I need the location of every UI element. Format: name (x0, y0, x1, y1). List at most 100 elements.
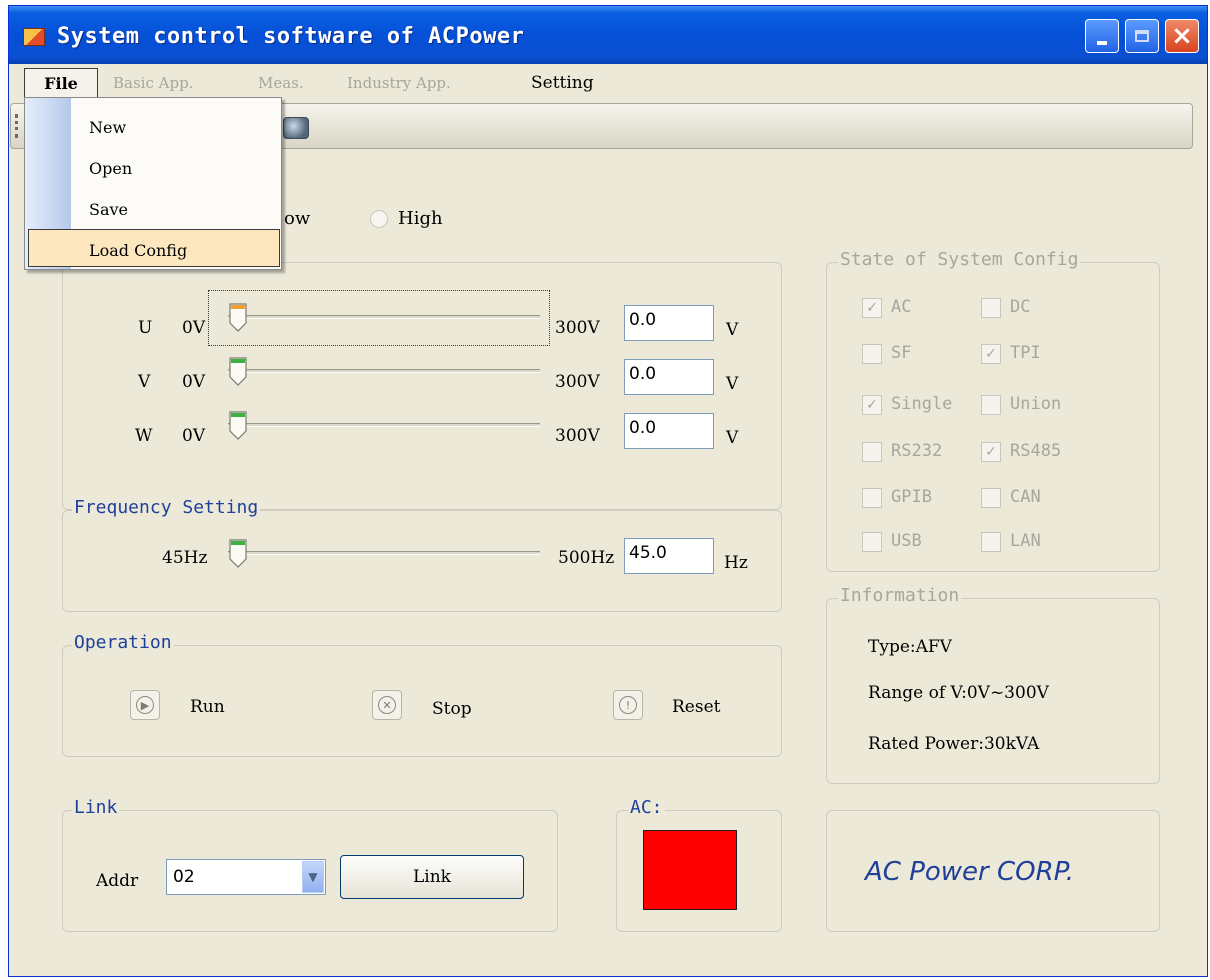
checkbox-ac-label: AC (891, 297, 912, 317)
system-config-title: State of System Config (838, 249, 1081, 270)
checkbox-tpi-label: TPI (1010, 343, 1041, 363)
info-rated-power: Rated Power:30kVA (868, 734, 1040, 754)
maximize-icon (1135, 30, 1149, 42)
close-icon: × (1171, 21, 1193, 51)
frequency-max: 500Hz (558, 548, 615, 568)
checkbox-sf[interactable] (862, 344, 882, 364)
frequency-group-title: Frequency Setting (72, 497, 261, 518)
link-button[interactable]: Link (340, 855, 524, 899)
ac-status-indicator (643, 830, 737, 910)
settings-tool-icon[interactable] (283, 117, 309, 139)
checkbox-rs232-label: RS232 (891, 441, 943, 461)
app-icon (23, 28, 45, 46)
phase-u-unit: V (726, 320, 739, 340)
frequency-slider-track[interactable] (228, 551, 540, 555)
checkbox-rs232[interactable] (862, 442, 882, 462)
window-title: System control software of ACPower (57, 24, 525, 49)
brand-text: AC Power CORP. (865, 857, 1075, 887)
checkbox-dc-label: DC (1010, 297, 1031, 317)
ac-group-title: AC: (628, 797, 665, 818)
title-bar[interactable]: System control software of ACPower × (9, 6, 1207, 64)
exclamation-icon: ! (619, 696, 637, 714)
minimize-button[interactable] (1085, 19, 1119, 53)
link-group-title: Link (72, 797, 120, 818)
phase-w-slider-track[interactable] (228, 423, 540, 427)
checkbox-can-label: CAN (1010, 487, 1041, 507)
phase-w-label: W (135, 426, 153, 446)
checkbox-lan-label: LAN (1010, 531, 1041, 551)
file-dropdown-menu: New Open Save Load Config (24, 97, 282, 270)
menu-industry-app[interactable]: Industry App. (347, 74, 451, 92)
phase-v-min: 0V (182, 372, 206, 392)
phase-u-label: U (138, 318, 153, 338)
menu-basic-app[interactable]: Basic App. (113, 74, 193, 92)
checkbox-gpib-label: GPIB (891, 487, 932, 507)
checkbox-union[interactable] (981, 395, 1001, 415)
run-button[interactable]: ▶ (130, 690, 160, 720)
phase-w-unit: V (726, 428, 739, 448)
phase-u-min: 0V (182, 318, 206, 338)
reset-label[interactable]: Reset (672, 697, 720, 717)
info-range: Range of V:0V~300V (868, 683, 1049, 703)
phase-v-slider-thumb[interactable] (228, 357, 248, 387)
checkbox-ac[interactable]: ✓ (862, 298, 882, 318)
checkbox-rs485-label: RS485 (1010, 441, 1062, 461)
checkbox-lan[interactable] (981, 532, 1001, 552)
phase-v-slider-track[interactable] (228, 369, 540, 373)
checkbox-tpi[interactable]: ✓ (981, 344, 1001, 364)
phase-u-slider-track[interactable] (228, 315, 540, 319)
checkbox-sf-label: SF (891, 343, 912, 363)
menu-item-save[interactable]: Save (89, 200, 128, 219)
run-label[interactable]: Run (190, 697, 225, 717)
frequency-input[interactable]: 45.0 (624, 538, 714, 574)
checkbox-union-label: Union (1010, 394, 1062, 414)
close-button[interactable]: × (1165, 19, 1199, 53)
addr-combobox[interactable]: 02 ▼ (166, 859, 326, 895)
menu-setting[interactable]: Setting (531, 73, 594, 93)
menu-item-open[interactable]: Open (89, 159, 132, 178)
checkbox-single[interactable]: ✓ (862, 395, 882, 415)
maximize-button[interactable] (1125, 19, 1159, 53)
menu-item-load-config[interactable]: Load Config (89, 241, 187, 260)
checkbox-dc[interactable] (981, 298, 1001, 318)
checkbox-rs485[interactable]: ✓ (981, 442, 1001, 462)
checkbox-gpib[interactable] (862, 488, 882, 508)
checkbox-usb[interactable] (862, 532, 882, 552)
chevron-down-icon[interactable]: ▼ (302, 861, 324, 893)
operation-group-title: Operation (72, 632, 174, 653)
radio-low-label: ow (284, 208, 311, 229)
phase-w-input[interactable]: 0.0 (624, 413, 714, 449)
toolstrip-grip-icon[interactable] (15, 114, 21, 138)
phase-v-input[interactable]: 0.0 (624, 359, 714, 395)
frequency-slider-thumb[interactable] (228, 539, 248, 569)
menu-file[interactable]: File (24, 68, 98, 98)
phase-u-slider-thumb[interactable] (228, 303, 248, 333)
menu-meas[interactable]: Meas. (258, 74, 304, 92)
minimize-icon (1097, 41, 1107, 45)
phase-w-min: 0V (182, 426, 206, 446)
frequency-min: 45Hz (162, 548, 208, 568)
play-icon: ▶ (136, 696, 154, 714)
stop-x-icon: ✕ (378, 696, 396, 714)
reset-button[interactable]: ! (613, 690, 643, 720)
addr-value: 02 (173, 867, 195, 887)
frequency-unit: Hz (724, 553, 748, 573)
phase-w-slider-thumb[interactable] (228, 411, 248, 441)
phase-u-input[interactable]: 0.0 (624, 305, 714, 341)
information-title: Information (838, 585, 962, 606)
phase-v-unit: V (726, 374, 739, 394)
info-type: Type:AFV (868, 637, 952, 657)
phase-v-label: V (138, 372, 151, 392)
addr-label: Addr (96, 871, 139, 891)
radio-high[interactable] (370, 210, 388, 228)
menu-item-new[interactable]: New (89, 118, 126, 137)
radio-high-label: High (398, 208, 443, 229)
checkbox-usb-label: USB (891, 531, 922, 551)
checkbox-single-label: Single (891, 394, 953, 414)
stop-button[interactable]: ✕ (372, 690, 402, 720)
checkbox-can[interactable] (981, 488, 1001, 508)
phase-v-max: 300V (555, 372, 600, 392)
phase-u-max: 300V (555, 318, 600, 338)
phase-w-max: 300V (555, 426, 600, 446)
stop-label[interactable]: Stop (432, 699, 472, 719)
